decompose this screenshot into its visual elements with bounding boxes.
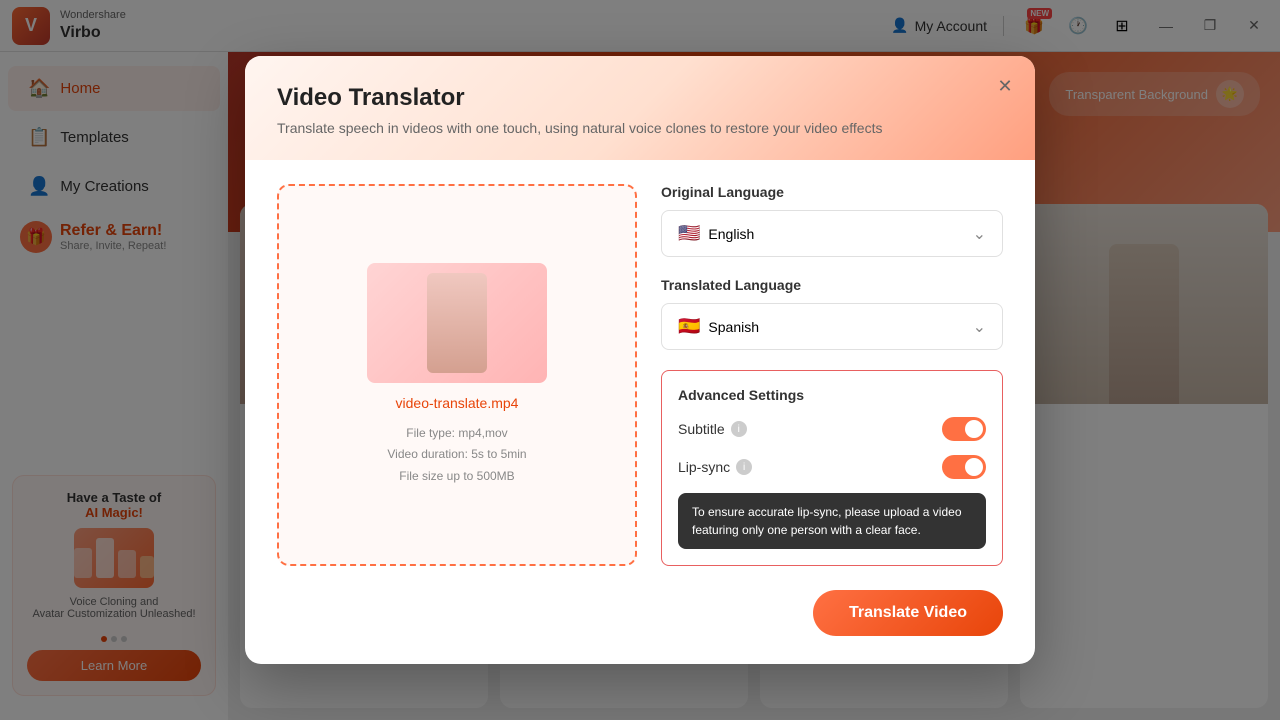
advanced-settings-section: Advanced Settings Subtitle i Lip-sync i: [661, 370, 1003, 566]
advanced-settings-title: Advanced Settings: [678, 387, 986, 403]
lipsync-toggle[interactable]: [942, 455, 986, 479]
file-info: File type: mp4,mov Video duration: 5s to…: [387, 423, 526, 488]
subtitle-label: Subtitle i: [678, 421, 747, 437]
modal-subtitle: Translate speech in videos with one touc…: [277, 120, 1003, 136]
modal-footer: Translate Video: [245, 590, 1035, 664]
modal-body: video-translate.mp4 File type: mp4,mov V…: [245, 160, 1035, 590]
translated-flag: 🇪🇸: [678, 316, 700, 337]
lipsync-tooltip: To ensure accurate lip-sync, please uplo…: [678, 493, 986, 549]
translated-language-value: Spanish: [708, 319, 759, 335]
original-language-dropdown[interactable]: 🇺🇸 English ⌄: [661, 210, 1003, 257]
dropdown-chevron: ⌄: [973, 224, 986, 244]
original-flag: 🇺🇸: [678, 223, 700, 244]
translated-language-label: Translated Language: [661, 277, 1003, 293]
lipsync-info-icon[interactable]: i: [736, 459, 752, 475]
modal-header: Video Translator Translate speech in vid…: [245, 56, 1035, 160]
translate-video-button[interactable]: Translate Video: [813, 590, 1003, 636]
lipsync-label: Lip-sync i: [678, 459, 752, 475]
subtitle-toggle-row: Subtitle i: [678, 417, 986, 441]
lipsync-toggle-row: Lip-sync i: [678, 455, 986, 479]
upload-area[interactable]: video-translate.mp4 File type: mp4,mov V…: [277, 184, 637, 566]
modal-close-button[interactable]: ✕: [991, 72, 1019, 100]
translated-language-dropdown[interactable]: 🇪🇸 Spanish ⌄: [661, 303, 1003, 350]
dropdown-chevron-2: ⌄: [973, 317, 986, 337]
original-language-value: English: [708, 226, 754, 242]
subtitle-toggle[interactable]: [942, 417, 986, 441]
subtitle-info-icon[interactable]: i: [731, 421, 747, 437]
file-name: video-translate.mp4: [396, 395, 519, 411]
original-language-label: Original Language: [661, 184, 1003, 200]
modal-title: Video Translator: [277, 84, 1003, 112]
thumbnail-figure: [427, 273, 487, 373]
video-thumbnail: [367, 263, 547, 383]
video-translator-modal: Video Translator Translate speech in vid…: [245, 56, 1035, 664]
settings-panel: Original Language 🇺🇸 English ⌄ Translate…: [661, 184, 1003, 566]
